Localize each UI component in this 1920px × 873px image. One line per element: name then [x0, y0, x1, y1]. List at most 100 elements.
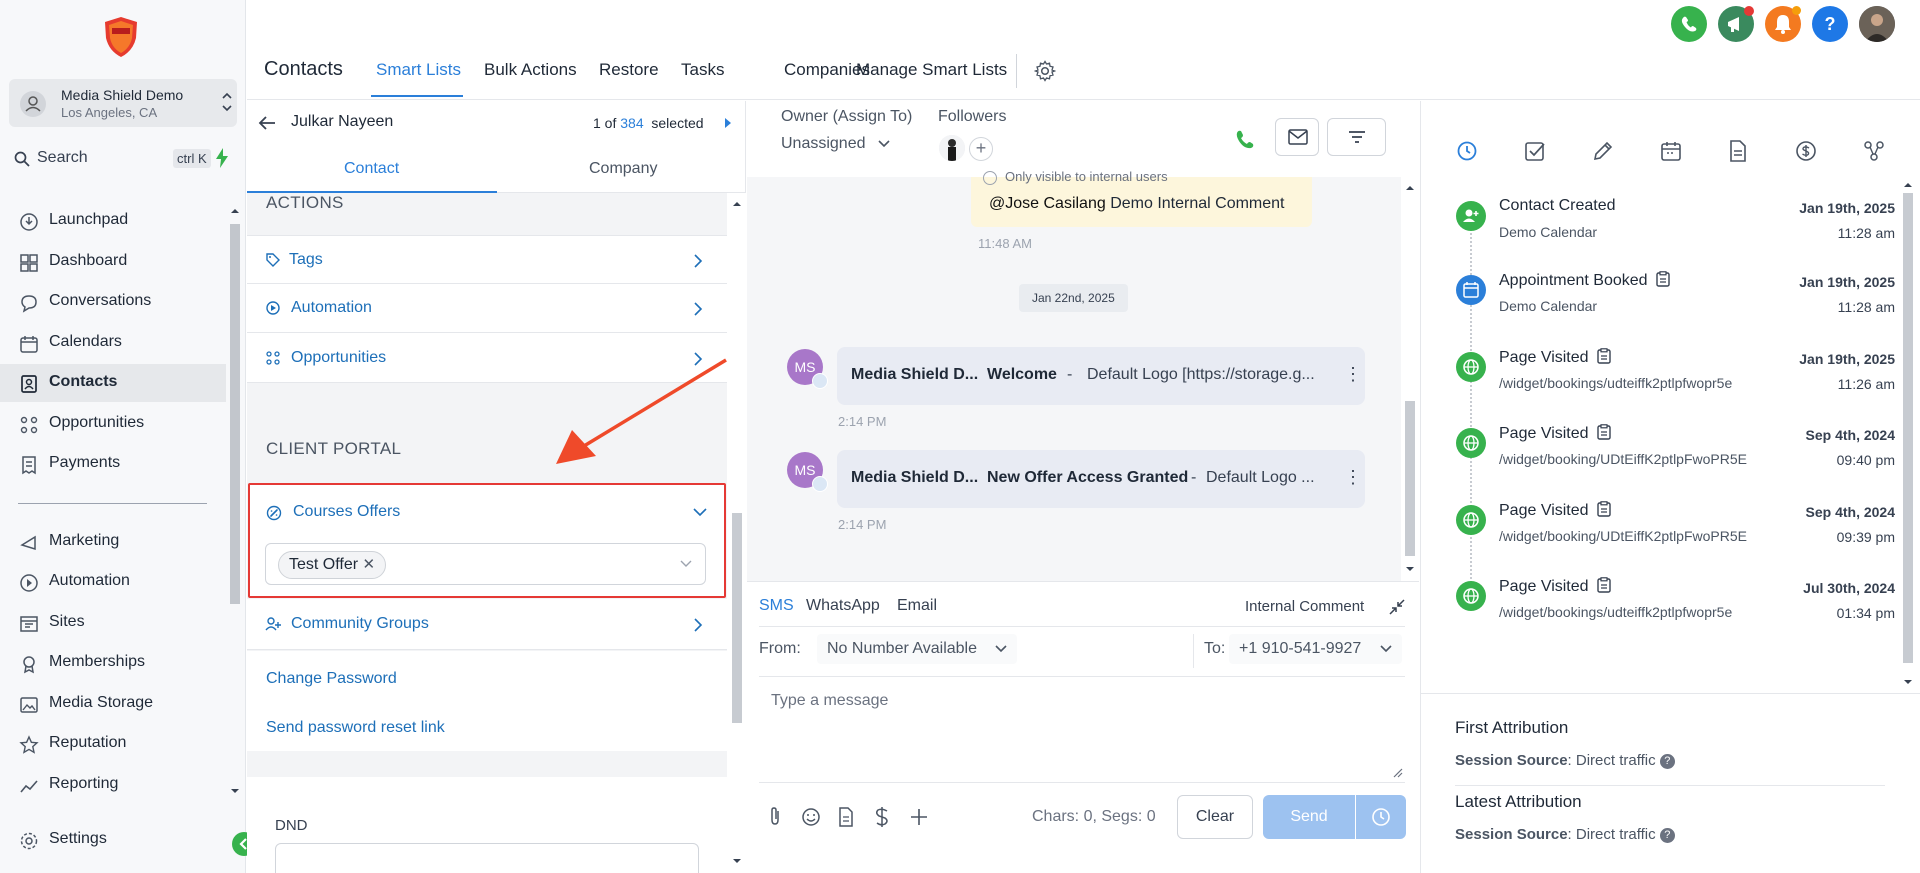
email-message[interactable]: Media Shield D... New Offer Access Grant…	[837, 450, 1365, 508]
phone-call-button[interactable]	[1671, 6, 1707, 42]
channel-sms[interactable]: SMS	[759, 597, 794, 615]
nav-settings[interactable]: Settings	[0, 821, 226, 859]
from-number-select[interactable]: No Number Available	[817, 634, 1018, 664]
schedule-send-button[interactable]	[1356, 795, 1406, 839]
quick-action-bolt-icon[interactable]	[215, 148, 229, 168]
nav-launchpad[interactable]: Launchpad	[0, 202, 226, 240]
more-options-icon[interactable]: ⋮	[1344, 467, 1362, 488]
contact-scroll-thumb[interactable]	[732, 513, 742, 723]
timeline-event[interactable]: Appointment Booked Demo Calendar Jan 19t…	[1421, 271, 1895, 341]
tab-smart-lists[interactable]: Smart Lists	[376, 60, 461, 80]
clipboard-icon[interactable]	[1597, 424, 1611, 440]
timeline-event[interactable]: Contact Created Demo Calendar Jan 19th, …	[1421, 197, 1895, 267]
owner-select[interactable]: Unassigned	[781, 135, 890, 153]
nav-conversations[interactable]: Conversations	[0, 283, 226, 321]
user-avatar[interactable]	[1859, 6, 1895, 42]
info-icon[interactable]: ?	[1659, 754, 1675, 769]
timeline-scrollbar[interactable]	[1895, 177, 1920, 693]
attachment-icon[interactable]	[767, 806, 783, 826]
search-bar[interactable]: Search ctrl K	[13, 146, 233, 172]
nav-calendars[interactable]: Calendars	[0, 324, 226, 362]
nav-contacts[interactable]: Contacts	[0, 364, 226, 402]
account-switcher[interactable]: Media Shield Demo Los Angeles, CA	[9, 79, 237, 127]
thread-scrollbar[interactable]	[1401, 177, 1419, 581]
workflow-nodes-icon[interactable]	[1863, 140, 1885, 162]
to-number-select[interactable]: +1 910-541-9927	[1229, 634, 1402, 664]
nav-automation[interactable]: Automation	[0, 563, 226, 601]
call-phone-icon[interactable]	[1233, 127, 1257, 151]
courses-offers-label[interactable]: Courses Offers	[293, 503, 400, 521]
message-textarea[interactable]: Type a message	[759, 678, 1405, 778]
internal-comment-toggle[interactable]: Internal Comment	[1245, 598, 1364, 615]
add-plus-icon[interactable]	[910, 808, 928, 826]
payment-dollar-icon[interactable]	[874, 806, 890, 828]
send-reset-link[interactable]: Send password reset link	[266, 719, 445, 737]
documents-icon[interactable]	[1728, 140, 1748, 162]
clipboard-icon[interactable]	[1597, 348, 1611, 364]
contact-panel-scrollbar[interactable]	[728, 193, 746, 873]
arrow-left-icon[interactable]	[257, 114, 277, 132]
channel-whatsapp[interactable]: WhatsApp	[806, 597, 880, 615]
tasks-checkbox-icon[interactable]	[1524, 140, 1546, 162]
timeline-event[interactable]: Page Visited /widget/bookings/udteiffk2p…	[1421, 577, 1895, 647]
appointments-calendar-icon[interactable]	[1660, 140, 1682, 162]
clipboard-icon[interactable]	[1597, 501, 1611, 517]
tab-contact[interactable]: Contact	[344, 160, 399, 178]
help-button[interactable]: ?	[1812, 6, 1848, 42]
channel-email[interactable]: Email	[897, 597, 937, 615]
mention[interactable]: @Jose Casilang	[989, 195, 1106, 212]
clipboard-icon[interactable]	[1597, 577, 1611, 593]
nav-dashboard[interactable]: Dashboard	[0, 243, 226, 281]
send-button[interactable]: Send	[1263, 795, 1355, 839]
notifications-bell-button[interactable]	[1765, 6, 1801, 42]
nav-sites[interactable]: Sites	[0, 604, 226, 642]
chevron-down-icon[interactable]	[693, 507, 707, 517]
tab-tasks[interactable]: Tasks	[681, 60, 724, 80]
sidebar-scroll-thumb[interactable]	[230, 224, 240, 604]
settings-gear-icon[interactable]	[1034, 60, 1056, 82]
nav-reporting[interactable]: Reporting	[0, 766, 226, 804]
tags-row[interactable]: Tags	[247, 235, 727, 284]
collapse-composer-icon[interactable]	[1389, 599, 1405, 615]
timeline-event[interactable]: Page Visited /widget/booking/UDtEiffK2pt…	[1421, 424, 1895, 494]
activity-history-icon[interactable]	[1456, 140, 1478, 162]
timeline-scroll-thumb[interactable]	[1903, 193, 1913, 663]
notes-pencil-icon[interactable]	[1592, 140, 1614, 162]
courses-offers-select[interactable]: Test Offer ✕	[265, 543, 706, 585]
email-button[interactable]	[1275, 118, 1319, 156]
remove-tag-icon[interactable]: ✕	[363, 556, 376, 573]
template-icon[interactable]	[838, 807, 854, 827]
announcements-megaphone-button[interactable]	[1718, 6, 1754, 42]
tab-company[interactable]: Company	[589, 160, 657, 178]
timeline-event[interactable]: Page Visited /widget/booking/UDtEiffK2pt…	[1421, 501, 1895, 571]
community-groups-row[interactable]: Community Groups	[247, 599, 727, 650]
clipboard-icon[interactable]	[1656, 271, 1670, 287]
follower-avatar[interactable]	[939, 135, 965, 161]
more-options-icon[interactable]: ⋮	[1344, 364, 1362, 385]
sidebar-scrollbar[interactable]	[230, 206, 240, 802]
dnd-select[interactable]	[275, 843, 699, 873]
clear-button[interactable]: Clear	[1177, 795, 1253, 839]
automation-row[interactable]: Automation	[247, 284, 727, 333]
timeline-event[interactable]: Page Visited /widget/bookings/udteiffk2p…	[1421, 348, 1895, 418]
nav-payments[interactable]: Payments	[0, 445, 226, 483]
tab-manage-smart-lists[interactable]: Manage Smart Lists	[856, 60, 1007, 80]
emoji-icon[interactable]	[801, 807, 821, 827]
nav-memberships[interactable]: Memberships	[0, 644, 226, 682]
next-contact-icon[interactable]	[723, 117, 733, 129]
media-shield-logo[interactable]	[103, 16, 139, 58]
nav-reputation[interactable]: Reputation	[0, 725, 226, 763]
email-message[interactable]: Media Shield D... Welcome - Default Logo…	[837, 347, 1365, 405]
nav-opportunities[interactable]: Opportunities	[0, 405, 226, 443]
nav-marketing[interactable]: Marketing	[0, 523, 226, 561]
tab-bulk-actions[interactable]: Bulk Actions	[484, 60, 577, 80]
tab-restore[interactable]: Restore	[599, 60, 659, 80]
nav-media-storage[interactable]: Media Storage	[0, 685, 226, 723]
add-follower-button[interactable]: +	[969, 137, 993, 161]
payments-dollar-icon[interactable]	[1795, 140, 1817, 162]
thread-scroll-thumb[interactable]	[1405, 401, 1415, 556]
change-password-link[interactable]: Change Password	[266, 670, 397, 688]
info-icon[interactable]: ?	[1659, 828, 1675, 843]
filter-button[interactable]	[1327, 118, 1386, 156]
resize-handle-icon[interactable]	[1393, 768, 1403, 778]
